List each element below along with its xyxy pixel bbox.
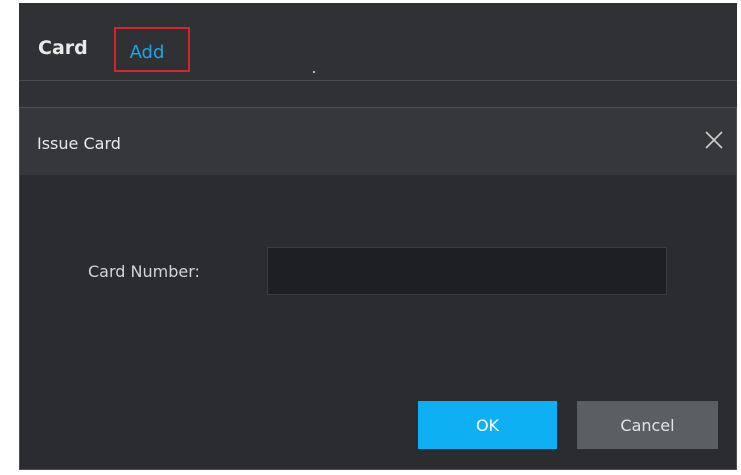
divider-dot — [313, 71, 315, 73]
dialog-header: Issue Card — [20, 108, 736, 175]
cancel-button[interactable]: Cancel — [577, 401, 718, 449]
card-number-input[interactable] — [267, 247, 667, 295]
add-button[interactable]: Add — [114, 27, 190, 72]
card-number-label: Card Number: — [88, 262, 200, 281]
close-icon[interactable] — [702, 128, 726, 152]
dialog-title: Issue Card — [37, 134, 121, 153]
ok-button[interactable]: OK — [418, 401, 557, 449]
tab-bar: Card Add — [19, 3, 737, 81]
tab-card[interactable]: Card — [38, 37, 88, 59]
issue-card-dialog: Issue Card Card Number: OK Cancel — [19, 107, 737, 470]
